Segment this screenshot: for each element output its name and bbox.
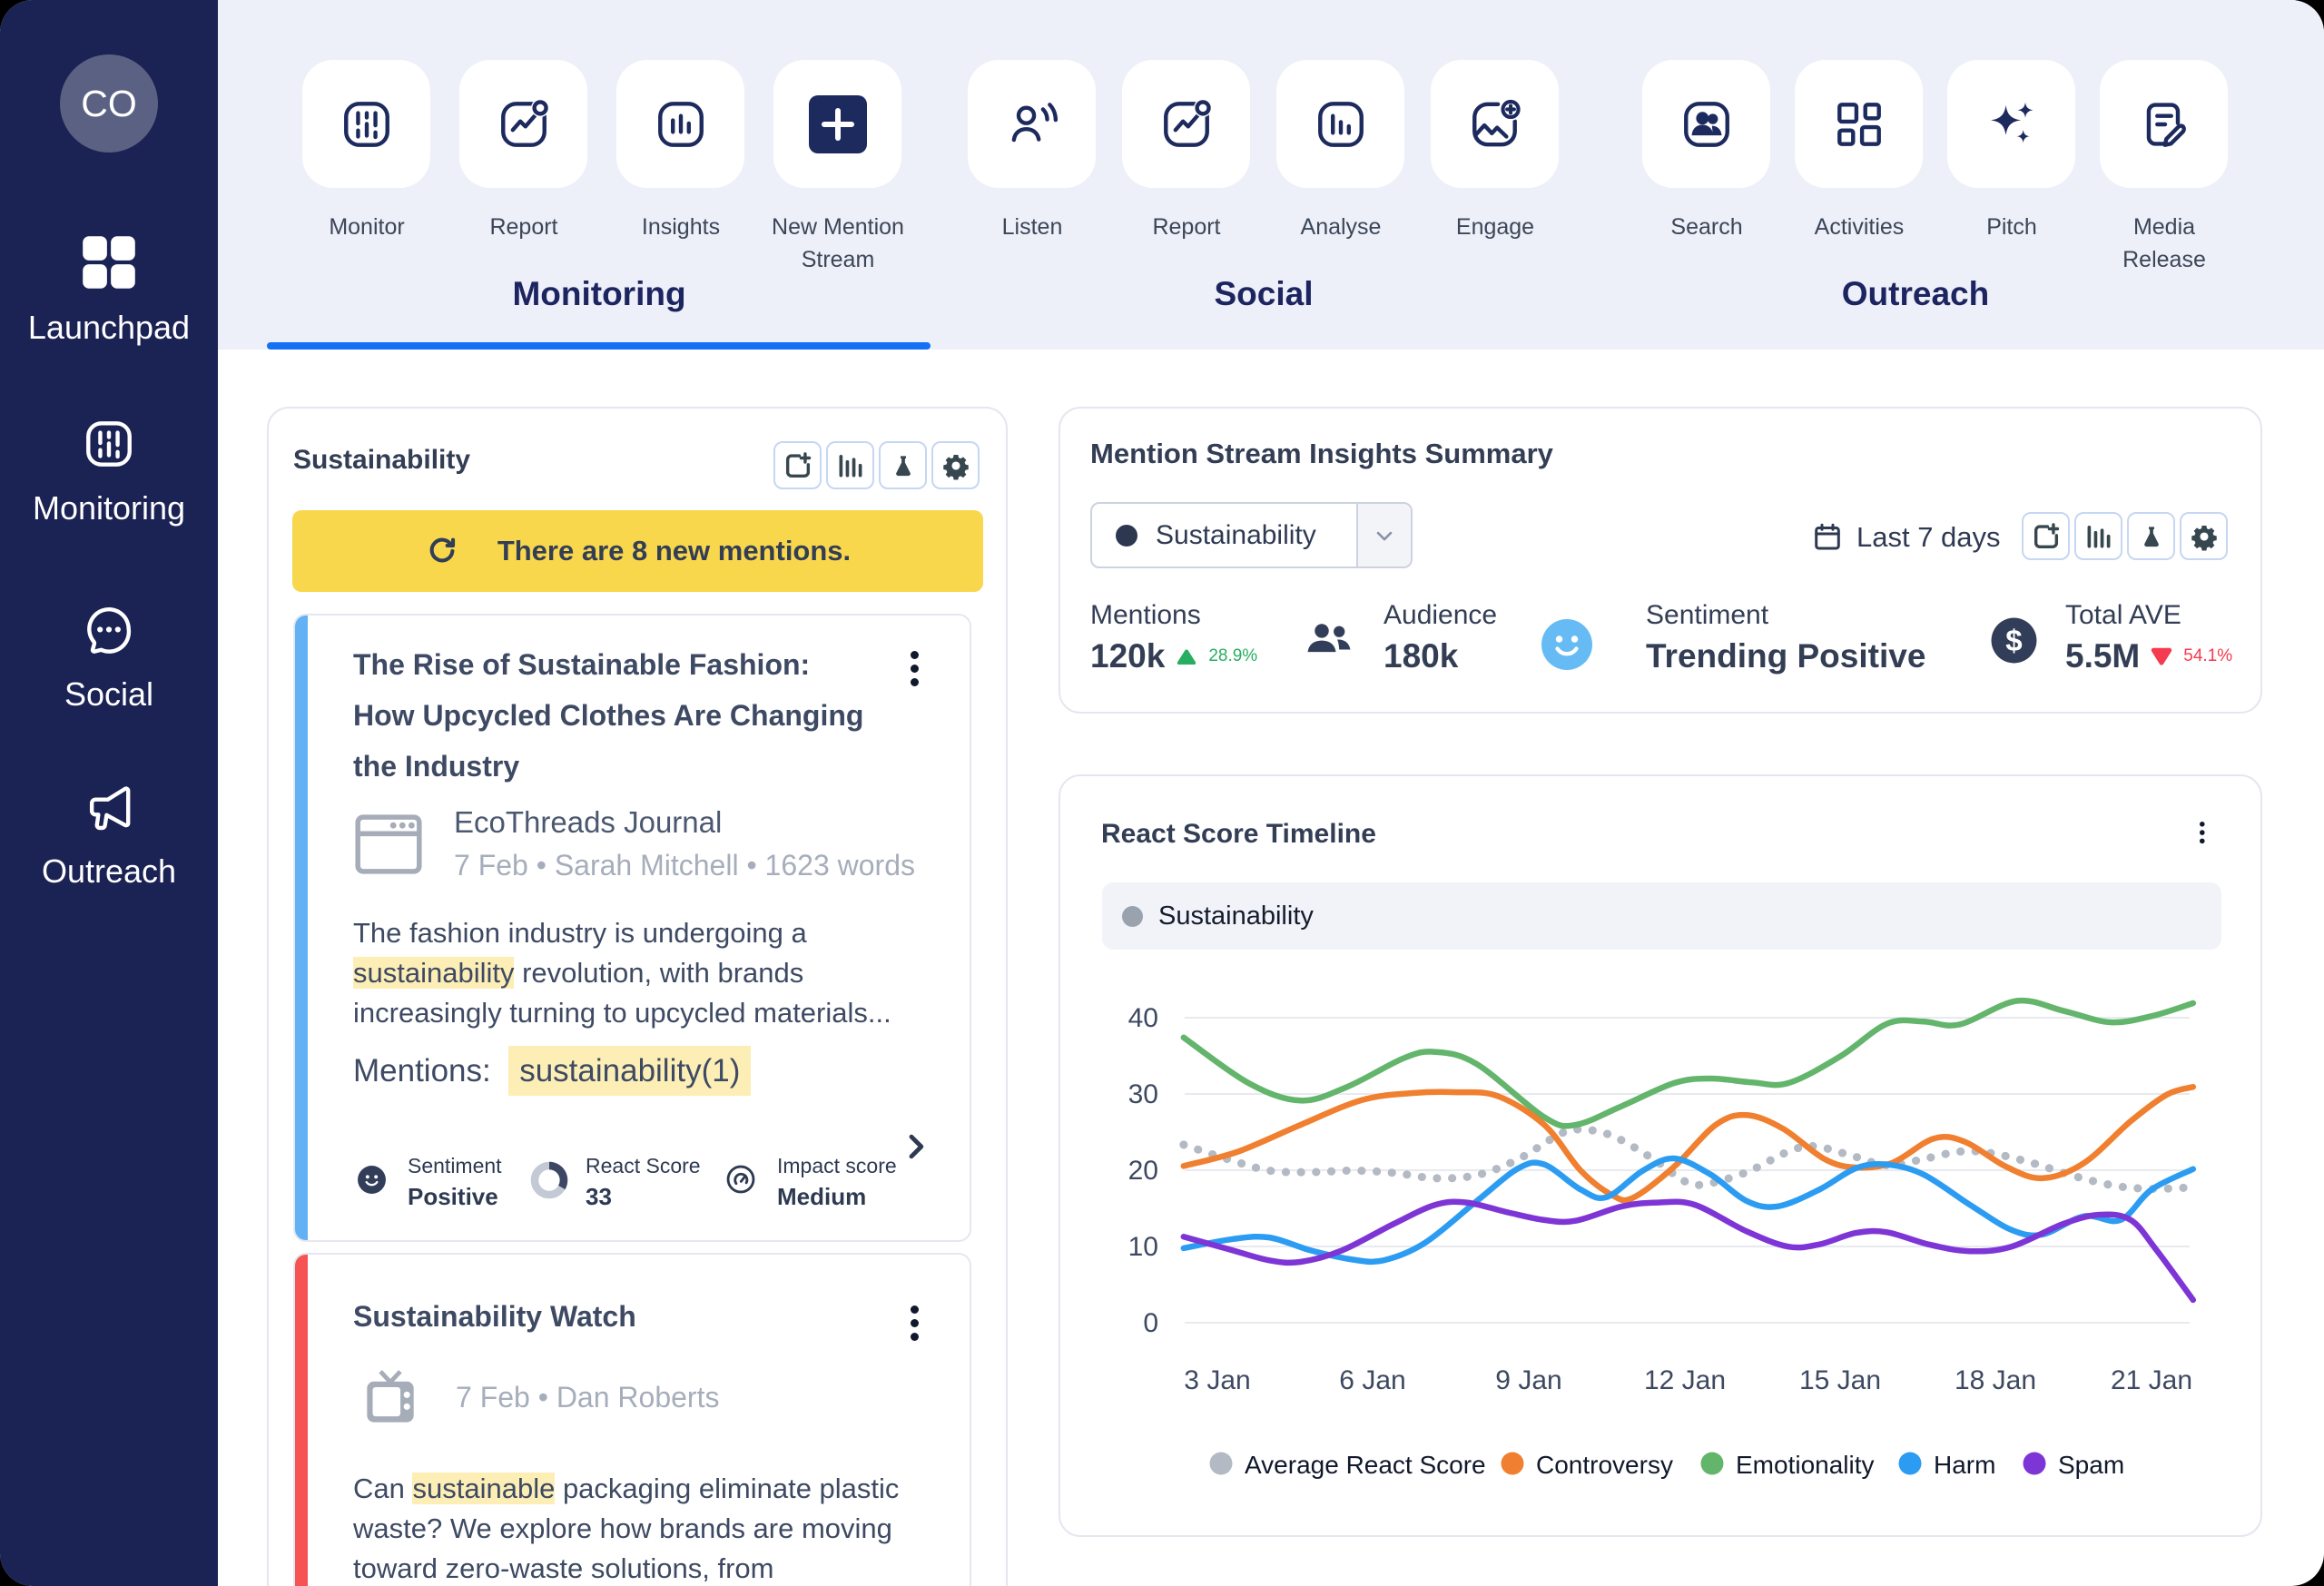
svg-text:Controversy: Controversy	[1536, 1451, 1673, 1479]
svg-text:Harm: Harm	[1934, 1451, 1995, 1479]
svg-text:18 Jan: 18 Jan	[1955, 1365, 2036, 1395]
svg-text:6 Jan: 6 Jan	[1339, 1365, 1405, 1395]
svg-text:9 Jan: 9 Jan	[1495, 1365, 1561, 1395]
svg-text:30: 30	[1128, 1079, 1158, 1109]
svg-text:Spam: Spam	[2058, 1451, 2124, 1479]
svg-text:0: 0	[1143, 1308, 1158, 1338]
svg-text:10: 10	[1128, 1232, 1158, 1262]
svg-text:15 Jan: 15 Jan	[1799, 1365, 1881, 1395]
svg-text:12 Jan: 12 Jan	[1644, 1365, 1726, 1395]
svg-text:3 Jan: 3 Jan	[1184, 1365, 1250, 1395]
svg-text:20: 20	[1128, 1156, 1158, 1186]
svg-text:21 Jan: 21 Jan	[2111, 1365, 2192, 1395]
svg-text:40: 40	[1128, 1003, 1158, 1033]
svg-text:Emotionality: Emotionality	[1736, 1451, 1875, 1479]
svg-text:$: $	[2005, 625, 2022, 658]
svg-text:Average React Score: Average React Score	[1245, 1451, 1486, 1479]
